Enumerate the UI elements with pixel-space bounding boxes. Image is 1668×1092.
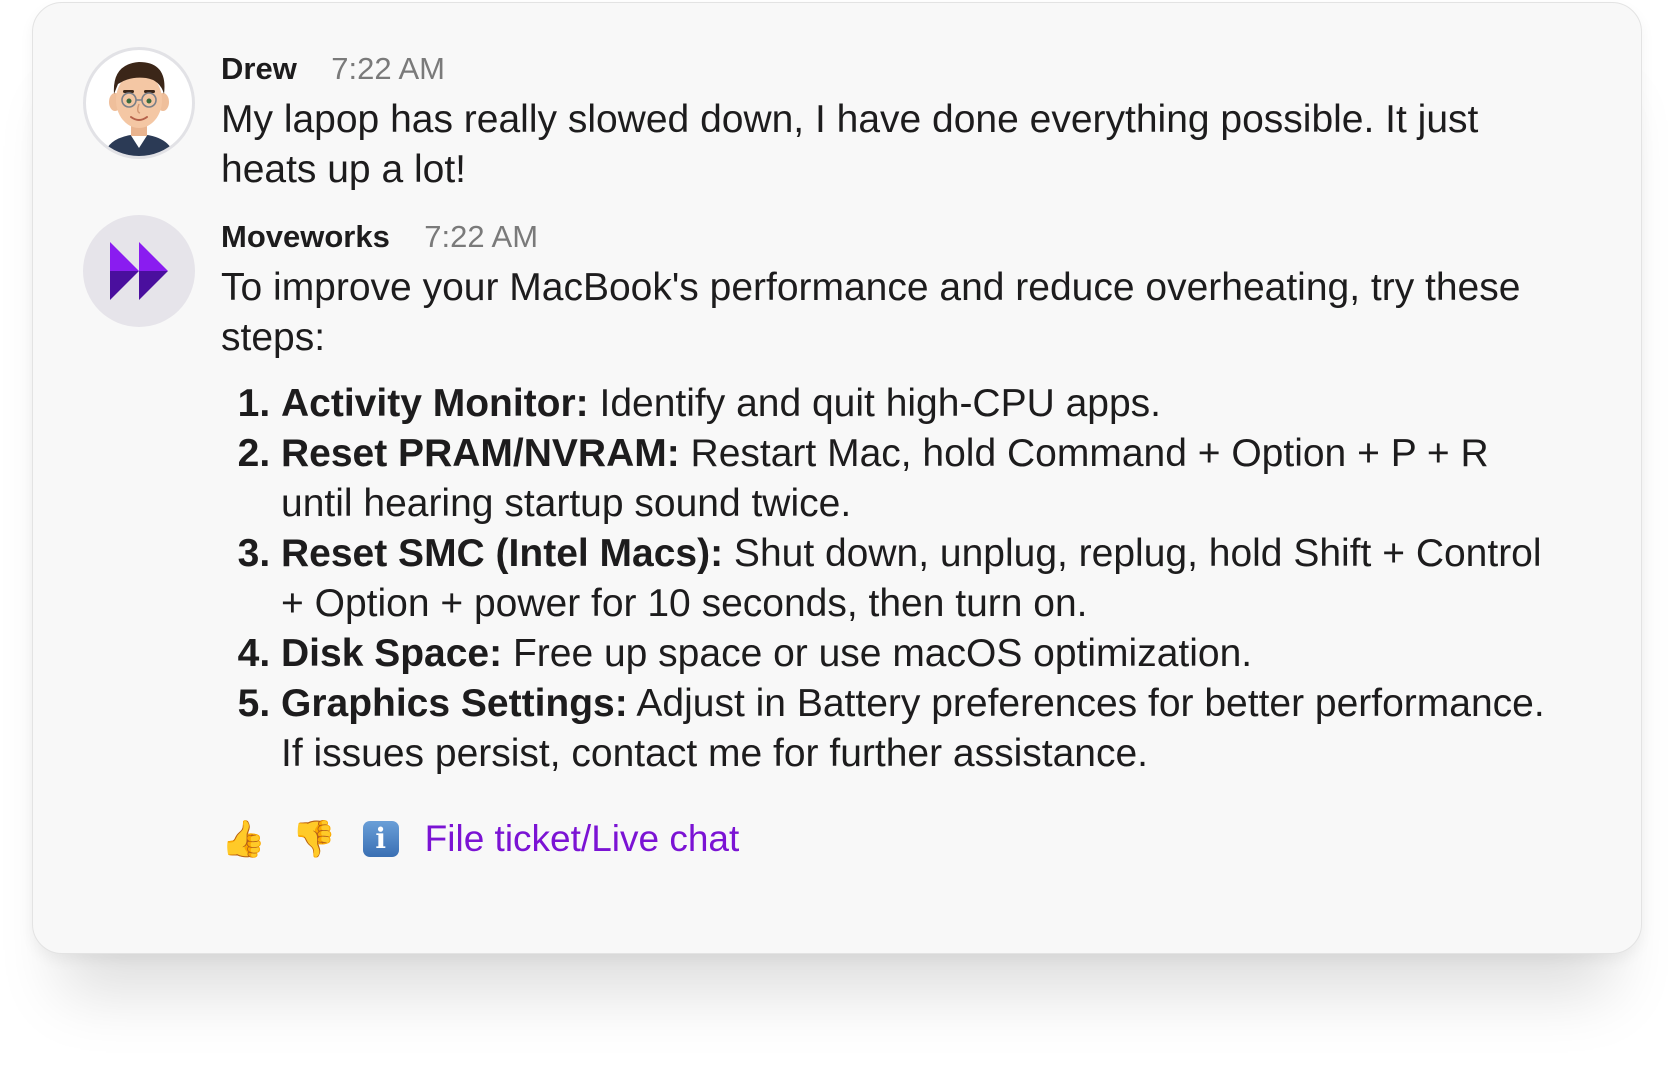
thumbs-up-icon[interactable]: 👍 xyxy=(221,815,266,863)
user-message-content: Drew 7:22 AM My lapop has really slowed … xyxy=(221,47,1551,195)
message-text: My lapop has really slowed down, I have … xyxy=(221,98,1479,191)
step-item: Reset PRAM/NVRAM: Restart Mac, hold Comm… xyxy=(281,429,1551,529)
step-text: Free up space or use macOS optimization. xyxy=(502,632,1253,675)
step-title: Graphics Settings: xyxy=(281,682,628,725)
step-title: Disk Space: xyxy=(281,632,503,675)
step-title: Reset SMC (Intel Macs): xyxy=(281,532,724,575)
step-item: Activity Monitor: Identify and quit high… xyxy=(281,379,1551,429)
file-ticket-live-chat-link[interactable]: File ticket/Live chat xyxy=(425,815,740,863)
sender-name[interactable]: Drew xyxy=(221,51,297,86)
moveworks-avatar[interactable] xyxy=(83,215,195,327)
step-item: Graphics Settings: Adjust in Battery pre… xyxy=(281,679,1551,779)
sender-name[interactable]: Moveworks xyxy=(221,219,390,254)
message-intro: To improve your MacBook's performance an… xyxy=(221,266,1521,359)
message-actions: 👍 👎 i File ticket/Live chat xyxy=(221,815,1551,863)
thumbs-down-icon[interactable]: 👎 xyxy=(292,815,337,863)
step-text: Identify and quit high-CPU apps. xyxy=(588,382,1162,425)
drew-avatar[interactable] xyxy=(83,47,195,159)
bot-message-content: Moveworks 7:22 AM To improve your MacBoo… xyxy=(221,215,1551,863)
step-title: Activity Monitor: xyxy=(281,382,589,425)
step-item: Reset SMC (Intel Macs): Shut down, unplu… xyxy=(281,529,1551,629)
message-meta: Moveworks 7:22 AM xyxy=(221,215,1551,259)
step-item: Disk Space: Free up space or use macOS o… xyxy=(281,629,1551,679)
memoji-avatar-icon xyxy=(104,62,174,156)
steps-list: Activity Monitor: Identify and quit high… xyxy=(221,379,1551,779)
timestamp[interactable]: 7:22 AM xyxy=(331,51,445,86)
timestamp[interactable]: 7:22 AM xyxy=(424,219,538,254)
step-title: Reset PRAM/NVRAM: xyxy=(281,432,680,475)
message-meta: Drew 7:22 AM xyxy=(221,47,1551,91)
moveworks-logo-icon xyxy=(110,242,168,300)
info-icon[interactable]: i xyxy=(362,821,399,857)
chat-card: Drew 7:22 AM My lapop has really slowed … xyxy=(32,2,1642,954)
